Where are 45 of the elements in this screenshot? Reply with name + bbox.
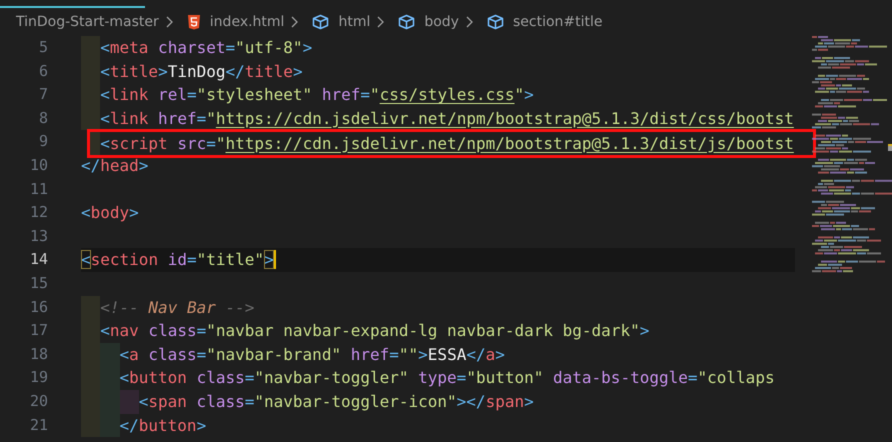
- cube-icon: [486, 14, 504, 30]
- chevron-icon: [164, 16, 173, 28]
- code-line: </button>: [120, 414, 206, 436]
- line-number: 21: [28, 414, 49, 436]
- line-number: 17: [28, 320, 49, 342]
- line-number: 10: [28, 154, 49, 176]
- code-line: <meta charset="utf-8">: [100, 37, 312, 59]
- code-line: <span class="navbar-toggler-icon"></span>: [138, 390, 534, 413]
- line-number: 13: [28, 226, 49, 247]
- code-line: <button class="navbar-toggler" type="button" data-bs-toggle="collaps: [120, 367, 775, 390]
- line-number: 20: [28, 390, 49, 412]
- breadcrumb-item[interactable]: body: [424, 14, 459, 30]
- line-number: 11: [28, 178, 49, 200]
- text-cursor: [274, 250, 276, 270]
- line-number: 8: [38, 108, 49, 129]
- breadcrumb-item[interactable]: html: [338, 14, 370, 30]
- code-line: <script src="https://cdn.jsdelivr.net/npm/bootstrap@5.1.3/dist/js/bootst: [100, 132, 794, 155]
- chevron-icon: [464, 16, 473, 28]
- code-line: <link href="https://cdn.jsdelivr.net/npm/bootstrap@5.1.3/dist/css/bootst: [100, 108, 794, 130]
- line-number: 7: [38, 84, 49, 106]
- cube-icon: [312, 14, 330, 30]
- code-comment: <!-- Nav Bar -->: [100, 296, 254, 319]
- line-number: 15: [28, 272, 49, 294]
- line-number: 5: [38, 37, 49, 58]
- line-number: 18: [28, 344, 49, 365]
- code-line: <section id="title">: [81, 249, 274, 272]
- line-number: 6: [38, 60, 49, 82]
- breadcrumb-item[interactable]: TinDog-Start-master: [16, 14, 159, 30]
- code-line: </head>: [81, 154, 148, 177]
- line-number: 16: [28, 296, 49, 318]
- code-line: <nav class="navbar navbar-expand-lg navbar-dark bg-dark">: [100, 320, 650, 342]
- code-line: <link rel="stylesheet" href="css/styles.css">: [100, 84, 534, 106]
- cube-icon: [398, 14, 416, 30]
- line-number: 19: [28, 367, 49, 388]
- chevron-icon: [290, 16, 298, 28]
- line-number: 9: [38, 131, 49, 152]
- line-number: 14: [28, 249, 49, 270]
- line-number: 12: [28, 202, 49, 224]
- code-line: <body>: [81, 202, 139, 224]
- code-line: <title>TinDog</title>: [100, 60, 303, 83]
- breadcrumb-item[interactable]: section#title: [512, 14, 602, 30]
- chevron-icon: [376, 16, 384, 28]
- breadcrumb-item[interactable]: index.html: [210, 14, 284, 30]
- html5-icon: [186, 14, 201, 30]
- code-line: <a class="navbar-brand" href="">ESSA</a>: [120, 344, 505, 366]
